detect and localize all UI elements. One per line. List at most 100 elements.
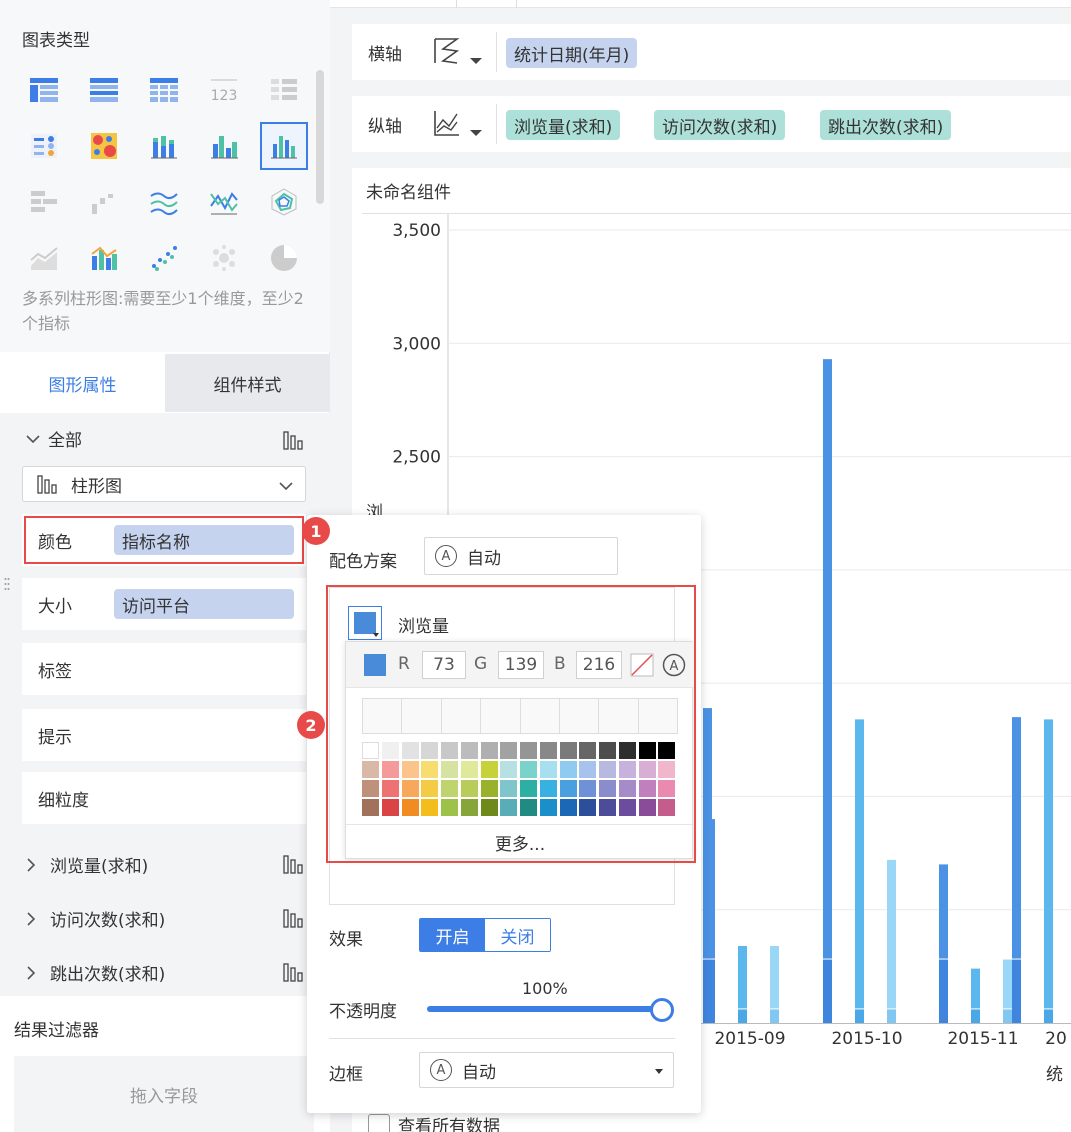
- y-field-chip[interactable]: 跳出次数(求和): [820, 110, 952, 140]
- y-axis-label: 纵轴: [368, 116, 402, 137]
- chart-type-description: 多系列柱形图:需要至少1个维度，至少2个指标: [22, 289, 304, 333]
- chart-types-title: 图表类型: [22, 31, 90, 51]
- bar: [971, 1009, 980, 1023]
- axis-divider: [496, 32, 497, 72]
- effect-label: 效果: [329, 930, 363, 950]
- heatmap-icon[interactable]: [80, 122, 128, 170]
- bar: [1012, 959, 1021, 1023]
- filter-drop-zone[interactable]: 拖入字段: [14, 1056, 314, 1132]
- measure-row[interactable]: 跳出次数(求和): [24, 960, 308, 985]
- wave-line-icon[interactable]: [140, 178, 188, 226]
- effect-off-button[interactable]: 关闭: [485, 919, 550, 951]
- bar: [703, 959, 712, 1023]
- border-select[interactable]: A 自动: [419, 1052, 674, 1088]
- y-tick-label: 3,000: [392, 334, 441, 354]
- caret-down-icon: [655, 1069, 663, 1074]
- x-tick-label: 2015-10: [831, 1029, 902, 1049]
- scheme-value: 自动: [467, 548, 501, 569]
- prop-granularity-row[interactable]: 细粒度: [22, 772, 306, 824]
- bar-chart-small-icon[interactable]: [283, 962, 305, 982]
- pie-chart-icon[interactable]: [260, 234, 308, 282]
- bar: [703, 708, 712, 959]
- combo-chart-icon[interactable]: [80, 234, 128, 282]
- waterfall-icon[interactable]: [80, 178, 128, 226]
- scheme-select[interactable]: A 自动: [424, 537, 618, 575]
- pivot-icon[interactable]: [20, 178, 68, 226]
- prop-tooltip-row[interactable]: 提示: [22, 709, 306, 761]
- effect-on-button[interactable]: 开启: [420, 919, 485, 951]
- number-card-icon[interactable]: 123: [200, 66, 248, 114]
- prop-size-label: 大小: [38, 596, 72, 617]
- bar-chart-small-icon[interactable]: [283, 854, 305, 874]
- opacity-slider-track[interactable]: [427, 1006, 663, 1012]
- drag-handle-icon[interactable]: [4, 576, 10, 596]
- bar: [1044, 719, 1053, 1009]
- opacity-label: 不透明度: [329, 1002, 397, 1022]
- chart-kind-select[interactable]: 柱形图: [22, 466, 306, 502]
- bar-chart-small-icon: [37, 475, 57, 494]
- opacity-value: 100%: [522, 979, 568, 998]
- group-table-icon[interactable]: [80, 66, 128, 114]
- auto-icon: A: [435, 545, 457, 567]
- bubble-icon[interactable]: [200, 234, 248, 282]
- chart-types-scrollbar[interactable]: [316, 70, 324, 204]
- prop-granularity-label: 细粒度: [38, 790, 89, 811]
- x-tick-label: 2015-09: [714, 1029, 785, 1049]
- tab-separator: [516, 0, 517, 8]
- multi-number-icon[interactable]: [260, 66, 308, 114]
- x-axis-title: 统: [1046, 1065, 1063, 1085]
- opacity-slider-handle[interactable]: [650, 998, 674, 1022]
- bar-chart-small-icon[interactable]: [283, 430, 305, 450]
- bar-chart-small-icon[interactable]: [283, 908, 305, 928]
- bar: [971, 968, 980, 1009]
- bar: [855, 719, 864, 1009]
- bar: [770, 1009, 779, 1023]
- bar: [823, 359, 832, 959]
- size-field-chip[interactable]: 访问平台: [114, 589, 294, 619]
- y-field-chip[interactable]: 访问次数(求和): [654, 110, 786, 140]
- y-axis-bar: 纵轴 浏览量(求和) 访问次数(求和) 跳出次数(求和): [352, 96, 1071, 152]
- bar: [1012, 717, 1021, 959]
- kpi-indicator-icon[interactable]: [20, 122, 68, 170]
- y-tick-label: 3,500: [392, 221, 441, 241]
- chevron-right-icon: [27, 857, 36, 872]
- multi-series-bar-icon[interactable]: [260, 122, 308, 170]
- view-all-data[interactable]: 查看所有数据: [368, 1112, 500, 1132]
- section-all-header[interactable]: 全部: [24, 426, 82, 451]
- chart-kind-label: 柱形图: [71, 476, 122, 497]
- bar: [855, 1009, 864, 1023]
- prop-size-row[interactable]: 大小 访问平台: [22, 578, 306, 630]
- measure-label: 浏览量(求和): [50, 857, 149, 877]
- table-icon[interactable]: [20, 66, 68, 114]
- tab-component-style[interactable]: 组件样式: [165, 354, 330, 412]
- x-field-chip[interactable]: 统计日期(年月): [506, 38, 638, 68]
- axis-type-icon[interactable]: [432, 36, 486, 68]
- bar: [738, 1009, 747, 1023]
- detail-table-icon[interactable]: [140, 66, 188, 114]
- stacked-bar-icon[interactable]: [140, 122, 188, 170]
- measure-row[interactable]: 浏览量(求和): [24, 852, 308, 877]
- chevron-right-icon: [27, 965, 36, 980]
- y-field-chip[interactable]: 浏览量(求和): [506, 110, 621, 140]
- grouped-bar-icon[interactable]: [200, 122, 248, 170]
- area-chart-icon[interactable]: [20, 234, 68, 282]
- tab-graph-properties[interactable]: 图形属性: [0, 354, 165, 412]
- line-chart-icon[interactable]: [200, 178, 248, 226]
- section-all-label: 全部: [48, 431, 82, 451]
- bar: [738, 945, 747, 1009]
- bar: [1003, 959, 1012, 1009]
- x-tick-label: 20: [1045, 1029, 1067, 1049]
- color-settings-popup: 配色方案 A 自动 浏览量 R 73 G 139 B 216 A 更多... 效…: [307, 515, 701, 1113]
- radar-icon[interactable]: [260, 178, 308, 226]
- axis-type-icon[interactable]: [432, 108, 486, 140]
- x-axis-label: 横轴: [368, 44, 402, 65]
- measure-row[interactable]: 访问次数(求和): [24, 906, 308, 931]
- border-label: 边框: [329, 1065, 363, 1085]
- view-all-checkbox[interactable]: [368, 1113, 390, 1132]
- scatter-icon[interactable]: [140, 234, 188, 282]
- filter-title: 结果过滤器: [14, 1021, 99, 1041]
- chevron-down-icon: [26, 434, 40, 443]
- x-axis-bar: 横轴 统计日期(年月): [352, 24, 1071, 80]
- prop-label-row[interactable]: 标签: [22, 643, 306, 695]
- border-value: 自动: [462, 1062, 496, 1083]
